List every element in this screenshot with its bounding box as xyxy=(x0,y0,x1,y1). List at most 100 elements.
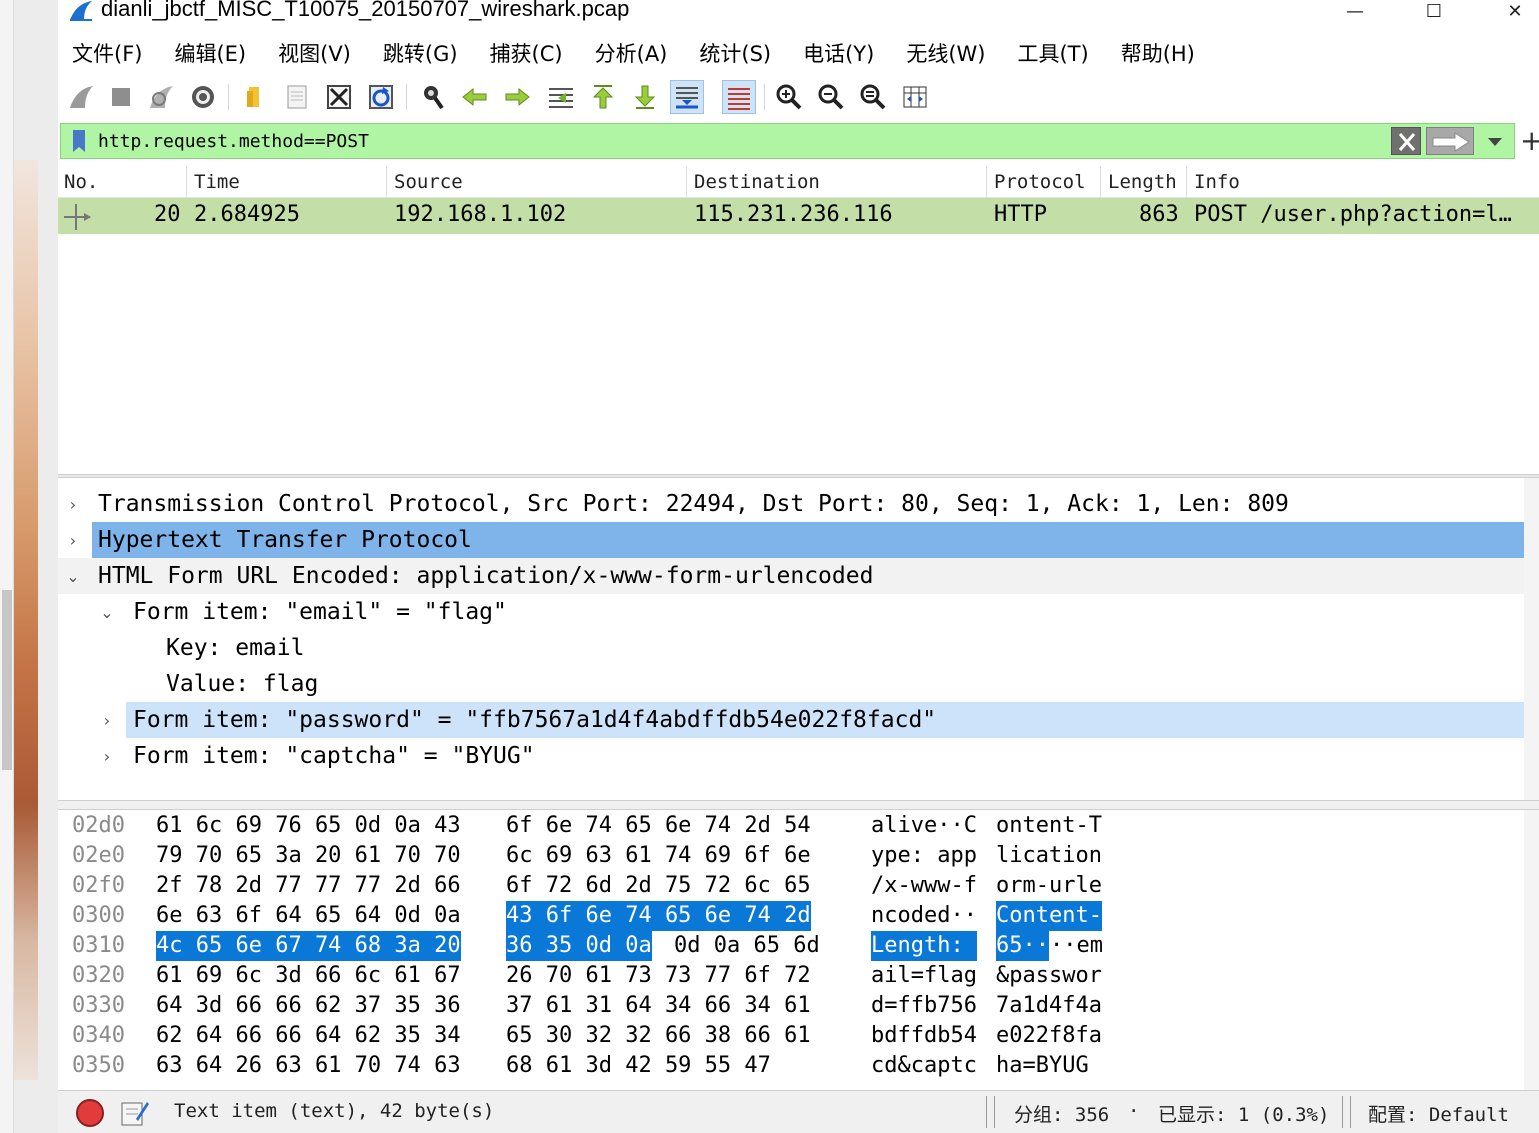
filter-history-chevron-down-icon[interactable] xyxy=(1480,127,1510,155)
tree-row-http[interactable]: Hypertext Transfer Protocol xyxy=(92,522,1524,558)
hex-line[interactable]: 0350 63 64 26 63 61 70 74 63 68 61 3d 42… xyxy=(58,1051,1524,1081)
column-header-info[interactable]: Info xyxy=(1194,168,1240,196)
tree-row-form-encoded[interactable]: ⌄ HTML Form URL Encoded: application/x-w… xyxy=(58,558,1524,594)
expand-arrow-icon[interactable]: › xyxy=(96,738,118,774)
zoom-normal-icon[interactable] xyxy=(856,80,890,114)
expand-arrow-icon[interactable]: › xyxy=(62,522,84,558)
close-window-button[interactable]: ✕ xyxy=(1492,0,1538,22)
menu-edit[interactable]: 编辑(E) xyxy=(174,38,246,68)
hex-line[interactable]: 0320 61 69 6c 3d 66 6c 61 67 26 70 61 73… xyxy=(58,961,1524,991)
column-header-destination[interactable]: Destination xyxy=(694,168,820,196)
reload-file-icon[interactable] xyxy=(364,80,398,114)
menu-tools[interactable]: 工具(T) xyxy=(1017,38,1088,68)
menu-help[interactable]: 帮助(H) xyxy=(1121,38,1195,68)
hex-offset: 0340 xyxy=(72,1023,125,1048)
clear-filter-button[interactable] xyxy=(1391,127,1421,155)
hex-line[interactable]: 02f0 2f 78 2d 77 77 77 2d 66 6f 72 6d 2d… xyxy=(58,871,1524,901)
toolbar-separator xyxy=(764,84,765,110)
collapse-arrow-icon[interactable]: ⌄ xyxy=(96,594,118,630)
menu-go[interactable]: 跳转(G) xyxy=(383,38,458,68)
column-divider[interactable] xyxy=(1100,166,1101,198)
menu-view[interactable]: 视图(V) xyxy=(278,38,351,68)
ascii-left: ype: app xyxy=(871,843,977,868)
menu-wireless[interactable]: 无线(W) xyxy=(906,38,985,68)
autoscroll-icon[interactable] xyxy=(670,80,704,114)
tree-row-label: Form item: "email" = "flag" xyxy=(133,599,507,625)
tree-row-password-arrow[interactable]: › xyxy=(58,702,126,738)
close-file-icon[interactable] xyxy=(322,80,356,114)
filter-bookmark-icon[interactable] xyxy=(66,127,92,155)
apply-filter-arrow-icon[interactable] xyxy=(1426,127,1474,155)
restart-capture-icon[interactable] xyxy=(144,80,178,114)
add-filter-button[interactable]: + xyxy=(1520,124,1539,157)
menu-capture[interactable]: 捕获(C) xyxy=(490,38,563,68)
column-header-time[interactable]: Time xyxy=(194,168,240,196)
column-divider[interactable] xyxy=(686,166,687,198)
maximize-button[interactable]: ☐ xyxy=(1411,0,1457,22)
column-header-protocol[interactable]: Protocol xyxy=(994,168,1086,196)
tree-row-value[interactable]: Value: flag xyxy=(58,666,1524,702)
zoom-out-icon[interactable] xyxy=(814,80,848,114)
hex-bytes-right: 37 61 31 64 34 66 34 61 xyxy=(506,993,811,1018)
tree-row-label: Value: flag xyxy=(166,671,319,697)
expand-arrow-icon[interactable]: › xyxy=(96,702,118,738)
hex-line[interactable]: 02e0 79 70 65 3a 20 61 70 70 6c 69 63 61… xyxy=(58,841,1524,871)
expand-arrow-icon[interactable]: › xyxy=(62,486,84,522)
status-profile[interactable]: 配置: Default xyxy=(1368,1100,1509,1127)
save-file-icon[interactable] xyxy=(280,80,314,114)
minimize-button[interactable]: — xyxy=(1332,0,1378,22)
hex-line[interactable]: 0300 6e 63 6f 64 65 64 0d 0a 43 6f 6e 74… xyxy=(58,901,1524,931)
pane-splitter[interactable] xyxy=(58,800,1539,810)
capture-status-icon[interactable] xyxy=(74,1097,106,1129)
details-vertical-scrollbar[interactable] xyxy=(1524,478,1539,800)
edit-comment-icon[interactable] xyxy=(118,1097,150,1129)
tree-row-form-item-captcha[interactable]: › Form item: "captcha" = "BYUG" xyxy=(58,738,1524,774)
hex-bytes-left: 64 3d 66 66 62 37 35 36 xyxy=(156,993,461,1018)
go-forward-icon[interactable] xyxy=(500,80,534,114)
find-packet-icon[interactable] xyxy=(416,80,450,114)
bytes-vertical-scrollbar[interactable] xyxy=(1524,810,1539,1090)
capture-options-icon[interactable] xyxy=(186,80,220,114)
hex-line[interactable]: 02d0 61 6c 69 76 65 0d 0a 43 6f 6e 74 65… xyxy=(58,811,1524,841)
tree-row-tcp[interactable]: › Transmission Control Protocol, Src Por… xyxy=(58,486,1524,522)
collapse-arrow-icon[interactable]: ⌄ xyxy=(62,558,84,594)
tree-row-form-item-email[interactable]: ⌄ Form item: "email" = "flag" xyxy=(58,594,1524,630)
ascii-left: d=ffb756 xyxy=(871,993,977,1018)
display-filter-input[interactable] xyxy=(98,127,1383,155)
go-to-packet-icon[interactable] xyxy=(544,80,578,114)
tree-row-http-arrow[interactable]: › xyxy=(58,522,92,558)
column-divider[interactable] xyxy=(386,166,387,198)
column-divider[interactable] xyxy=(986,166,987,198)
go-first-icon[interactable] xyxy=(586,80,620,114)
stop-capture-icon[interactable] xyxy=(104,80,138,114)
open-file-icon[interactable] xyxy=(236,80,270,114)
column-header-length[interactable]: Length xyxy=(1108,168,1177,196)
main-toolbar xyxy=(58,74,1539,118)
cell-no: 20 xyxy=(154,202,181,227)
hex-line[interactable]: 0330 64 3d 66 66 62 37 35 36 37 61 31 64… xyxy=(58,991,1524,1021)
status-bullet: · xyxy=(1128,1100,1140,1122)
cell-length: 863 xyxy=(1139,202,1179,227)
ascii-right: lication xyxy=(996,843,1102,868)
column-divider[interactable] xyxy=(1186,166,1187,198)
column-header-no[interactable]: No. xyxy=(64,168,98,196)
go-back-icon[interactable] xyxy=(458,80,492,114)
menu-telephony[interactable]: 电话(Y) xyxy=(803,38,874,68)
hex-line[interactable]: 0310 4c 65 6e 67 74 68 3a 20 36 35 0d 0a… xyxy=(58,931,1524,961)
column-header-source[interactable]: Source xyxy=(394,168,463,196)
status-packet-count: 分组: 356 xyxy=(1014,1104,1110,1126)
hex-line[interactable]: 0340 62 64 66 66 64 62 35 34 65 30 32 32… xyxy=(58,1021,1524,1051)
hex-bytes-right-highlighted: 43 6f 6e 74 65 6e 74 2d xyxy=(506,901,811,931)
column-divider[interactable] xyxy=(186,166,187,198)
menu-analyze[interactable]: 分析(A) xyxy=(595,38,668,68)
zoom-in-icon[interactable] xyxy=(772,80,806,114)
menu-statistics[interactable]: 统计(S) xyxy=(699,38,771,68)
go-last-icon[interactable] xyxy=(628,80,662,114)
menu-file[interactable]: 文件(F) xyxy=(72,38,142,68)
tree-row-key[interactable]: Key: email xyxy=(58,630,1524,666)
tree-row-label: Hypertext Transfer Protocol xyxy=(98,527,472,553)
colorize-icon[interactable] xyxy=(722,80,756,114)
shark-fin-start-icon[interactable] xyxy=(64,80,98,114)
resize-columns-icon[interactable] xyxy=(898,80,932,114)
tree-row-form-item-password[interactable]: Form item: "password" = "ffb7567a1d4f4ab… xyxy=(126,702,1524,738)
